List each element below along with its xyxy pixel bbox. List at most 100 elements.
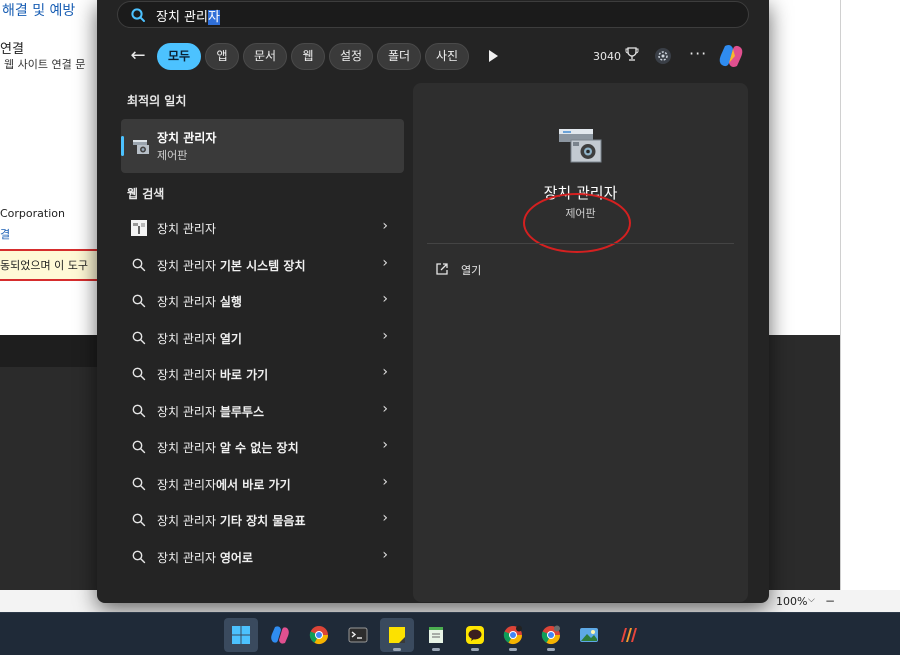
rewards-points[interactable]: 3040: [593, 50, 621, 63]
kakaotalk-icon: [466, 626, 484, 644]
web-result-label: 장치 관리자 영어로: [157, 551, 253, 565]
chevron-right-icon[interactable]: ›: [382, 510, 388, 526]
web-result-label: 장치 관리자 바로 가기: [157, 368, 269, 382]
taskbar-terminal[interactable]: [341, 618, 375, 652]
search-query-text: 장치 관리: [156, 10, 208, 25]
zoom-out-button[interactable]: −: [825, 594, 835, 608]
web-result-label: 장치 관리자 열기: [157, 332, 242, 346]
search-icon: [132, 258, 146, 272]
web-result-row[interactable]: 장치 관리자 블루투스 ›: [121, 395, 404, 427]
filter-web[interactable]: 웹: [291, 43, 325, 70]
device-manager-icon: [559, 129, 602, 163]
web-result-row[interactable]: 장치 관리자에서 바로 가기 ›: [121, 468, 404, 500]
search-icon: [132, 477, 146, 491]
web-result-label: 장치 관리자: [157, 222, 217, 236]
start-icon: [232, 626, 250, 644]
chevron-right-icon[interactable]: ›: [382, 547, 388, 563]
background-dark-band: [0, 335, 100, 367]
zoom-level[interactable]: 100%: [776, 595, 807, 608]
search-icon: [132, 550, 146, 564]
chevron-right-icon[interactable]: ›: [382, 401, 388, 417]
web-result-row[interactable]: 장치 관리자 실행 ›: [121, 285, 404, 317]
more-options-button[interactable]: ···: [689, 44, 707, 63]
background-link[interactable]: 결: [0, 226, 10, 242]
chevron-right-icon[interactable]: ›: [382, 291, 388, 307]
web-result-row[interactable]: 장치 관리자 기타 장치 물음표 ›: [121, 504, 404, 536]
active-indicator: [509, 648, 517, 651]
search-icon: [132, 440, 146, 454]
chrome-profile-icon: [503, 625, 522, 645]
filter-documents[interactable]: 문서: [243, 43, 287, 70]
background-heading: 해결 및 예방: [2, 3, 76, 19]
background-text: 웹 사이트 연결 문: [4, 58, 86, 71]
search-box[interactable]: 장치 관리자: [117, 1, 749, 28]
web-result-label: 장치 관리자 블루투스: [157, 405, 265, 419]
notepad-icon: [429, 627, 443, 643]
zoom-dropdown-icon[interactable]: ⌵: [808, 595, 815, 605]
sticky-notes-icon: [389, 627, 405, 643]
chrome-profile-icon: [541, 625, 560, 645]
search-input[interactable]: 장치 관리자: [156, 6, 220, 25]
profile-avatar-icon[interactable]: [654, 47, 672, 65]
chevron-right-icon[interactable]: ›: [382, 364, 388, 380]
best-match-item[interactable]: 장치 관리자 제어판: [121, 119, 404, 173]
active-indicator: [547, 648, 555, 651]
filter-folders[interactable]: 폴더: [377, 43, 421, 70]
back-button[interactable]: ←: [127, 45, 149, 67]
terminal-icon: [348, 627, 368, 643]
taskbar-chrome-profile-1[interactable]: [496, 618, 530, 652]
search-icon: [132, 404, 146, 418]
active-indicator: [393, 648, 401, 651]
chevron-right-icon[interactable]: ›: [382, 255, 388, 271]
best-match-title: 장치 관리자: [157, 131, 217, 145]
web-result-row[interactable]: 장치 관리자 기본 시스템 장치 ›: [121, 249, 404, 281]
taskbar-sticky-notes[interactable]: [380, 618, 414, 652]
taskbar-notepad[interactable]: [419, 618, 453, 652]
annotation-highlight-ellipse: [523, 193, 631, 253]
filter-apps[interactable]: 앱: [205, 43, 239, 70]
background-alert: 동되었으며 이 도구: [0, 249, 100, 281]
web-result-label: 장치 관리자 기타 장치 물음표: [157, 514, 306, 528]
taskbar-chrome[interactable]: [302, 618, 336, 652]
copilot-icon: [271, 626, 289, 644]
chevron-right-icon[interactable]: ›: [382, 218, 388, 234]
chrome-icon: [309, 626, 328, 645]
taskbar-kakaotalk[interactable]: [458, 618, 492, 652]
web-result-row[interactable]: 장치 관리자 알 수 없는 장치 ›: [121, 431, 404, 463]
taskbar-copilot[interactable]: [263, 618, 297, 652]
trophy-icon[interactable]: [625, 46, 639, 62]
search-icon: [132, 367, 146, 381]
web-result-row[interactable]: 장치 관리자 열기 ›: [121, 322, 404, 354]
taskbar-photos[interactable]: [572, 618, 606, 652]
search-icon: [132, 331, 146, 345]
web-result-row[interactable]: 장치 관리자 바로 가기 ›: [121, 358, 404, 390]
web-result-row[interactable]: 장치 관리자 ›: [121, 212, 404, 244]
more-filters-icon[interactable]: [485, 47, 501, 65]
filter-all[interactable]: 모두: [157, 43, 201, 70]
search-icon: [132, 513, 146, 527]
photos-icon: [580, 628, 598, 642]
background-right-panel: [840, 0, 900, 612]
search-icon: [132, 294, 146, 308]
web-search-heading: 웹 검색: [127, 187, 165, 201]
chevron-right-icon[interactable]: ›: [382, 437, 388, 453]
background-subheading: 연결: [0, 42, 24, 57]
chevron-right-icon[interactable]: ›: [382, 474, 388, 490]
web-result-row[interactable]: 장치 관리자 영어로 ›: [121, 541, 404, 573]
filter-photos[interactable]: 사진: [425, 43, 469, 70]
filter-settings[interactable]: 설정: [329, 43, 373, 70]
copilot-icon[interactable]: [717, 43, 745, 69]
filter-bar: ← 모두 앱 문서 웹 설정 폴더 사진 3040 ···: [97, 40, 769, 72]
open-external-icon[interactable]: [435, 262, 449, 276]
search-panel: 장치 관리자 ← 모두 앱 문서 웹 설정 폴더 사진 3040 ··· 최적의…: [97, 0, 769, 603]
web-result-label: 장치 관리자 알 수 없는 장치: [157, 441, 299, 455]
web-result-label: 장치 관리자에서 바로 가기: [157, 478, 291, 492]
taskbar-chrome-profile-2[interactable]: [534, 618, 568, 652]
active-indicator: [432, 648, 440, 651]
taskbar-start-button[interactable]: [224, 618, 258, 652]
taskbar-app[interactable]: [611, 618, 645, 652]
open-action[interactable]: 열기: [461, 262, 481, 278]
selection-indicator: [121, 136, 124, 156]
chevron-right-icon[interactable]: ›: [382, 328, 388, 344]
search-icon: [131, 8, 145, 22]
